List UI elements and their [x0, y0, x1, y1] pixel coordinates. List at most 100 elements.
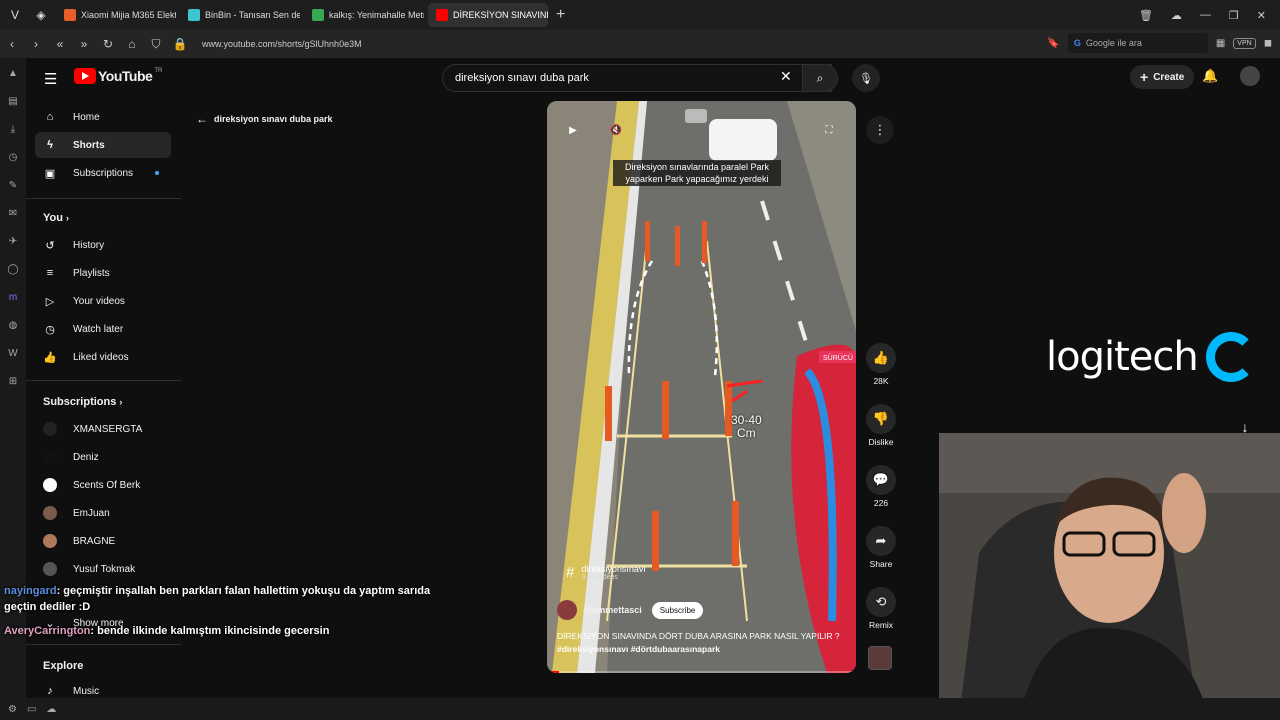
chat-message-1: nayingard: geçmiştir inşallah ben parkla…	[4, 585, 431, 613]
channel-name[interactable]: @ummettasci	[583, 605, 642, 615]
play-icon[interactable]: ▶	[562, 119, 584, 141]
tab-stack-icon[interactable]: ◈	[30, 4, 52, 26]
sidebar-sub-deniz[interactable]: Deniz	[35, 444, 171, 470]
mail-icon[interactable]: ✉	[0, 200, 26, 226]
video-description[interactable]: DİREKSİYON SINAVINDA DÖRT DUBA ARASINA P…	[557, 630, 847, 656]
maximize-icon[interactable]: ❐	[1229, 9, 1239, 22]
channel-avatar	[43, 506, 57, 520]
minimize-icon[interactable]: —	[1200, 9, 1211, 21]
sidebar-item-music[interactable]: ♪ Music	[35, 678, 171, 698]
search-button[interactable]: ⌕	[802, 64, 838, 92]
video-progress-bar[interactable]	[547, 671, 856, 673]
google-search-field[interactable]: G Google ile ara	[1067, 33, 1208, 53]
extensions-icon[interactable]: ▦	[1216, 38, 1225, 49]
rewind-icon[interactable]: «	[48, 37, 72, 51]
fullscreen-icon[interactable]: ⛶	[818, 119, 840, 141]
trash-icon[interactable]: 🗑	[1139, 9, 1153, 22]
browser-tab-3[interactable]: kalkış: Yenimahalle Metro İs	[304, 3, 424, 27]
sidebar-sub-bragne[interactable]: BRAGNE	[35, 528, 171, 554]
sidebar-sub-yusuf-tokmak[interactable]: Yusuf Tokmak	[35, 556, 171, 582]
browser-tab-1[interactable]: Xiaomi Mijia M365 Elektrik	[56, 3, 176, 27]
logitech-g-icon	[1205, 332, 1256, 382]
vpn-badge[interactable]: VPN	[1233, 37, 1256, 49]
reload-icon[interactable]: ↻	[96, 37, 120, 51]
shield-icon[interactable]: ⛉	[144, 37, 168, 52]
more-options-icon[interactable]: ⋮	[866, 116, 894, 144]
back-icon[interactable]: ‹	[0, 37, 24, 51]
clear-search-icon[interactable]: ✕	[780, 68, 792, 85]
like-button[interactable]: 👍 28K	[864, 343, 898, 386]
create-button[interactable]: + Create	[1130, 65, 1195, 89]
youtube-play-icon	[74, 68, 96, 84]
arrow-left-icon: ←	[196, 112, 208, 126]
sidebar-sub-emjuan[interactable]: EmJuan	[35, 500, 171, 526]
sidebar-sub-scents-of-berk[interactable]: Scents Of Berk	[35, 472, 171, 498]
search-icon: ⌕	[816, 70, 824, 85]
wiki-icon[interactable]: W	[0, 340, 26, 366]
home-icon[interactable]: ⌂	[120, 37, 144, 51]
add-panel-icon[interactable]: ⊞	[0, 368, 26, 394]
window-controls: 🗑 ☁ — ❐ ✕	[1139, 0, 1280, 30]
close-icon[interactable]: ✕	[1257, 9, 1266, 22]
shorts-video-player[interactable]: SÜRÜCÜ Direksiyon sınavlarında paralel P…	[547, 101, 856, 673]
subscribe-button[interactable]: Subscribe	[651, 601, 704, 619]
comment-icon: 💬	[866, 465, 896, 495]
channel-avatar	[43, 450, 57, 464]
forward-icon[interactable]: ›	[24, 37, 48, 51]
mastodon-icon[interactable]: m	[0, 284, 26, 310]
sidebar-item-subscriptions[interactable]: ▣ Subscriptions	[35, 160, 171, 186]
mute-icon[interactable]: 🔇	[605, 119, 627, 141]
browser-status-bar: ⚙ ▭ ☁	[0, 698, 1280, 720]
hashtag-chip[interactable]: # direksiyonsınavı 9.3K videos	[566, 564, 646, 581]
chat-panel-icon[interactable]: ◯	[0, 256, 26, 282]
browser-tab-2[interactable]: BinBin - Tanısan Sen de Çok	[180, 3, 300, 27]
back-to-search-link[interactable]: ← direksiyon sınavı duba park	[196, 112, 333, 126]
reading-list-icon[interactable]: ▤	[0, 88, 26, 114]
sidebar-item-playlists[interactable]: ≡ Playlists	[35, 260, 171, 286]
sound-pivot-thumbnail[interactable]	[868, 646, 892, 670]
music-icon: ♪	[47, 685, 53, 697]
bookmark-icon[interactable]: 🔖	[1047, 38, 1059, 49]
sidebar-divider	[26, 644, 181, 645]
account-avatar[interactable]	[1240, 66, 1260, 86]
notes-icon[interactable]: ✎	[0, 172, 26, 198]
notifications-icon[interactable]: 🔔	[1202, 68, 1218, 84]
sidebar-item-your-videos[interactable]: ▷ Your videos	[35, 288, 171, 314]
share-button[interactable]: ➦ Share	[864, 526, 898, 569]
bookmarks-panel-icon[interactable]: ▲	[0, 60, 26, 86]
fast-forward-icon[interactable]: »	[72, 37, 96, 51]
video-caption-overlay: Direksiyon sınavlarında paralel Park yap…	[613, 160, 781, 186]
sync-cloud-icon[interactable]: ☁	[46, 704, 56, 715]
browser-tab-4-active[interactable]: DİREKSİYON SINAVINDA D	[428, 3, 548, 27]
cloud-icon[interactable]: ☁	[1171, 9, 1182, 22]
dislike-button[interactable]: 👎 Dislike	[864, 404, 898, 447]
sidebar-sub-xmansergta[interactable]: XMANSERGTA	[35, 416, 171, 442]
search-input[interactable]: direksiyon sınavı duba park	[442, 64, 832, 92]
voice-search-button[interactable]: 🎙	[852, 64, 880, 92]
url-field[interactable]: www.youtube.com/shorts/gSlUhnh0e3M	[202, 39, 362, 49]
vivaldi-menu-icon[interactable]: V	[4, 4, 26, 26]
video-progress-fill	[547, 671, 560, 673]
profile-icon[interactable]: ◼	[1264, 38, 1272, 49]
settings-icon[interactable]: ⚙	[8, 704, 17, 715]
new-tab-icon[interactable]: +	[556, 6, 565, 24]
your-videos-icon: ▷	[45, 295, 55, 308]
sidebar-item-home[interactable]: ⌂ Home	[35, 104, 171, 130]
subscriptions-heading[interactable]: Subscriptions ›	[43, 396, 122, 408]
downloads-icon[interactable]: ⤓	[0, 116, 26, 142]
youtube-logo[interactable]: YouTube TR	[74, 68, 162, 84]
globe-icon[interactable]: ◍	[0, 312, 26, 338]
sidebar-item-history[interactable]: ↺ History	[35, 232, 171, 258]
comments-button[interactable]: 💬 226	[864, 465, 898, 508]
sidebar-item-shorts[interactable]: ϟ Shorts	[35, 132, 171, 158]
channel-avatar[interactable]	[557, 600, 577, 620]
menu-icon[interactable]: ☰	[44, 70, 57, 88]
window-panel-icon[interactable]: ▭	[27, 704, 36, 715]
sidebar-item-watch-later[interactable]: ◷ Watch later	[35, 316, 171, 342]
remix-button[interactable]: ⟲ Remix	[864, 587, 898, 630]
you-heading[interactable]: You ›	[43, 212, 69, 224]
sidebar-item-liked-videos[interactable]: 👍 Liked videos	[35, 344, 171, 370]
history-panel-icon[interactable]: ◷	[0, 144, 26, 170]
chevron-right-icon: ›	[66, 213, 70, 223]
feed-icon[interactable]: ✈	[0, 228, 26, 254]
